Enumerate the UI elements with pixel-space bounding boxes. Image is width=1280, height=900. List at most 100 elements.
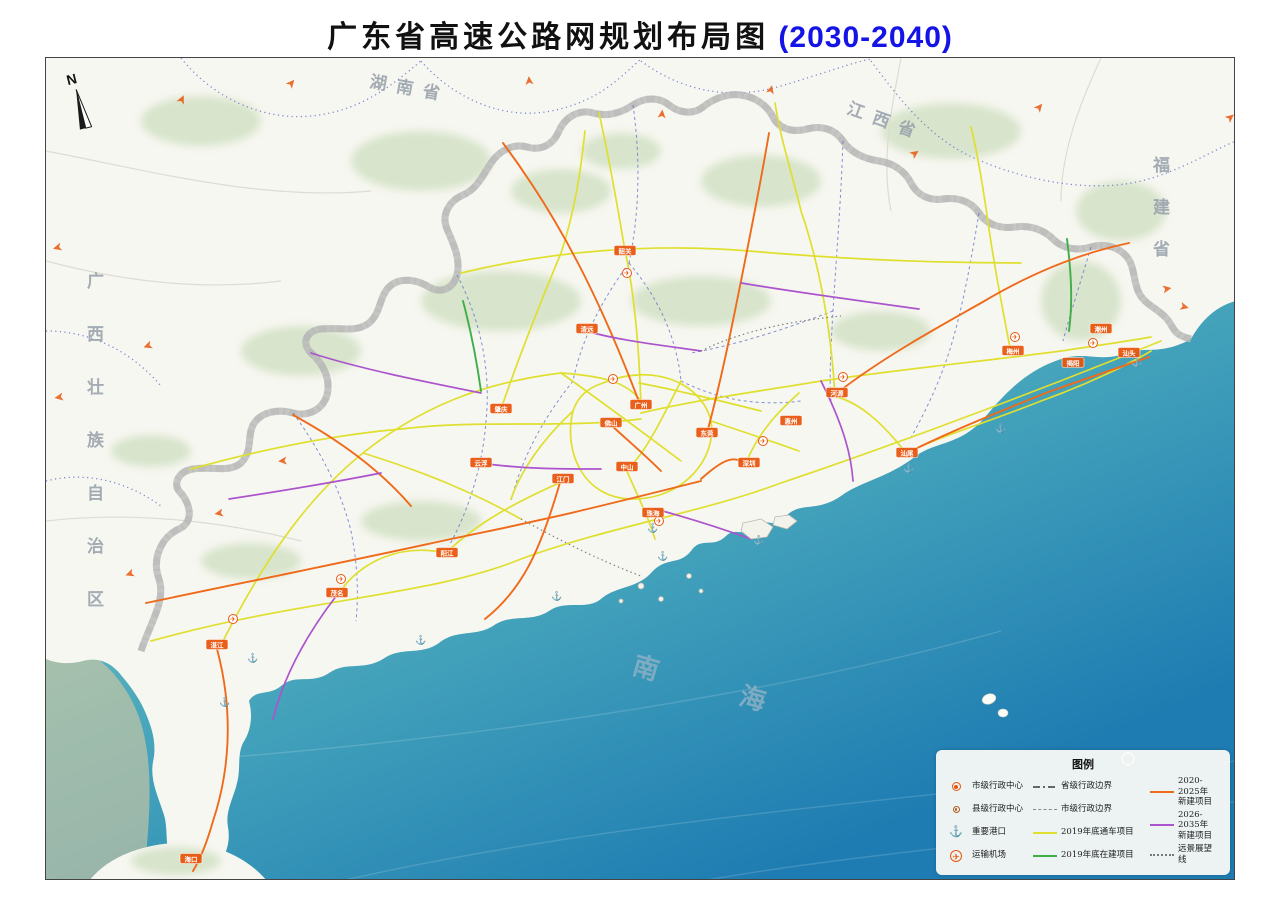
city-center-icon [944,782,968,791]
svg-text:✈: ✈ [760,438,766,445]
legend-title: 图例 [944,756,1222,772]
legend-item-new-2026-2035: 2026-2035年 新建项目 [1150,810,1216,842]
legend-label: 省级行政边界 [1061,781,1112,792]
svg-text:韶关: 韶关 [619,247,633,256]
city-marker: 潮州 [1090,324,1112,334]
city-marker: 广州 [630,400,652,410]
legend-label: 2020-2025年 新建项目 [1178,776,1216,808]
city-marker: 韶关 [614,246,636,256]
svg-text:✈: ✈ [624,270,630,277]
legend-label: 远景展望线 [1178,844,1216,865]
port-icon: ⚓ [247,652,258,663]
city-marker: 江门 [552,474,574,484]
svg-text:✈: ✈ [840,374,846,381]
svg-text:深圳: 深圳 [743,459,757,468]
svg-text:中山: 中山 [621,463,634,472]
airport-icon: ✈ [655,517,664,526]
legend-label: 市级行政中心 [972,781,1023,792]
city-marker: 湛江 [206,640,228,650]
legend-item-port: ⚓ 重要港口 [944,821,1028,844]
city-marker: 海口 [180,854,202,864]
legend-label: 县级行政中心 [972,804,1023,815]
legend: 图例 市级行政中心 县级行政中心 ⚓ 重要港口 ✈ 运输机场 [936,750,1230,875]
anchor-icon: ⚓ [944,827,968,838]
svg-text:江门: 江门 [557,475,571,484]
legend-item-prospect: 远景展望线 [1150,843,1216,866]
svg-text:福建省: 福建省 [1152,155,1172,260]
open-2019-line-icon [1033,832,1057,834]
svg-text:✈: ✈ [656,518,662,525]
legend-column-points: 市级行政中心 县级行政中心 ⚓ 重要港口 ✈ 运输机场 [944,775,1028,867]
airport-icon: ✈ [623,269,632,278]
city-marker: 东莞 [696,428,718,438]
legend-item-open-2019: 2019年底通车项目 [1033,821,1145,844]
svg-text:广州: 广州 [635,401,648,410]
svg-text:东莞: 东莞 [701,429,715,438]
legend-label: 重要港口 [972,827,1006,838]
legend-label: 运输机场 [972,850,1006,861]
city-marker: 云浮 [470,458,492,468]
svg-text:梅州: 梅州 [1007,347,1020,356]
legend-item-airport: ✈ 运输机场 [944,844,1028,867]
port-icon: ⚓ [903,462,914,473]
airport-icon: ✈ [337,575,346,584]
city-marker: 佛山 [600,418,622,428]
legend-column-lines: 省级行政边界 市级行政边界 2019年底通车项目 2019年底在建项目 [1033,775,1145,867]
legend-item-city-center: 市级行政中心 [944,775,1028,798]
city-marker: 汕尾 [896,448,918,458]
city-marker: 肇庆 [490,404,512,414]
svg-text:茂名: 茂名 [331,589,344,598]
map-canvas: ➤➤➤➤➤➤➤➤➤➤➤➤➤➤➤➤ ⚓⚓⚓⚓⚓⚓⚓⚓⚓⚓ ✈✈✈✈✈✈✈✈✈ 韶关… [45,57,1235,880]
svg-text:汕头: 汕头 [1123,349,1137,358]
port-icon: ⚓ [995,422,1006,433]
airport-icon: ✈ [1089,339,1098,348]
city-marker: 汕头 [1118,348,1140,358]
new-2026-2035-line-icon [1150,824,1174,826]
svg-text:阳江: 阳江 [441,549,455,558]
svg-text:✈: ✈ [1012,334,1018,341]
svg-text:海口: 海口 [185,855,198,864]
title-suffix: (2030-2040) [769,21,953,54]
svg-text:汕尾: 汕尾 [901,449,915,458]
port-icon: ⚓ [657,550,668,561]
svg-text:清远: 清远 [581,325,595,334]
legend-item-city-boundary: 市级行政边界 [1033,798,1145,821]
airport-icon: ✈ [229,615,238,624]
city-marker: 惠州 [780,416,802,426]
legend-item-under-construction-2019: 2019年底在建项目 [1033,844,1145,867]
airport-icon: ✈ [839,373,848,382]
new-2020-2025-line-icon [1150,791,1174,793]
city-boundary-icon [1033,809,1057,810]
svg-text:肇庆: 肇庆 [494,405,509,414]
port-icon: ⚓ [219,696,230,707]
title-main: 广东省高速公路网规划布局图 [327,20,769,55]
svg-text:河源: 河源 [831,389,845,398]
svg-text:揭阳: 揭阳 [1067,359,1081,368]
legend-label: 2026-2035年 新建项目 [1178,810,1216,842]
svg-text:潮州: 潮州 [1095,325,1108,334]
legend-item-province-boundary: 省级行政边界 [1033,775,1145,798]
county-center-icon [944,806,968,813]
svg-text:惠州: 惠州 [785,417,798,426]
region-label: 福建省 [1152,155,1172,260]
port-icon: ⚓ [753,534,764,545]
airplane-icon: ✈ [944,850,968,862]
city-marker: 揭阳 [1062,358,1084,368]
province-boundary-icon [1033,786,1057,788]
svg-text:珠海: 珠海 [647,509,661,518]
city-marker: 茂名 [326,588,348,598]
city-marker: 中山 [616,462,638,472]
legend-label: 2019年底在建项目 [1061,850,1134,861]
svg-text:✈: ✈ [338,576,344,583]
port-icon: ⚓ [551,590,562,601]
legend-column-new: 2020-2025年 新建项目 2026-2035年 新建项目 远景展望线 [1150,775,1216,867]
airport-icon: ✈ [609,375,618,384]
port-icon: ⚓ [415,634,426,645]
page-title: 广东省高速公路网规划布局图 (2030-2040) [0,12,1280,56]
svg-text:佛山: 佛山 [604,419,618,428]
legend-body: 市级行政中心 县级行政中心 ⚓ 重要港口 ✈ 运输机场 省级行政 [944,775,1222,867]
airport-icon: ✈ [1011,333,1020,342]
legend-item-county-center: 县级行政中心 [944,798,1028,821]
svg-text:湛江: 湛江 [211,641,225,650]
svg-text:✈: ✈ [610,376,616,383]
